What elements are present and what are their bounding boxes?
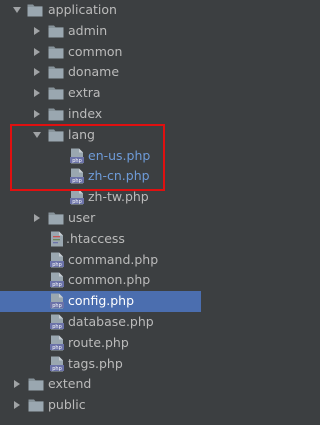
tree-node-folder[interactable]: doname: [0, 62, 201, 83]
htaccess-file-icon: [50, 231, 64, 247]
folder-icon: [48, 65, 64, 79]
tree-node-label: common: [68, 43, 123, 59]
tree-node-label: en-us.php: [88, 147, 151, 163]
folder-icon: [48, 86, 64, 100]
folder-icon: [28, 377, 44, 391]
tree-node-label: route.php: [68, 334, 129, 350]
tree-node-folder[interactable]: extra: [0, 83, 201, 104]
tree-node-label: extra: [68, 85, 101, 101]
collapse-arrow-icon[interactable]: [12, 374, 22, 395]
project-tree: application admin common doname extra in…: [0, 0, 201, 416]
php-file-icon: [70, 168, 84, 184]
tree-node-label: user: [68, 209, 96, 225]
tree-node-file[interactable]: common.php: [0, 270, 201, 291]
tree-node-folder[interactable]: common: [0, 42, 201, 63]
php-file-icon: [70, 148, 84, 164]
collapse-arrow-icon[interactable]: [32, 42, 42, 63]
tree-node-folder[interactable]: index: [0, 104, 201, 125]
folder-icon: [48, 107, 64, 121]
folder-icon: [28, 398, 44, 412]
folder-icon: [48, 45, 64, 59]
tree-node-file-selected[interactable]: config.php: [0, 291, 201, 312]
collapse-arrow-icon[interactable]: [32, 104, 42, 125]
folder-icon: [48, 211, 64, 225]
collapse-arrow-icon[interactable]: [32, 208, 42, 229]
tree-node-file[interactable]: route.php: [0, 333, 201, 354]
expand-arrow-icon[interactable]: [32, 125, 42, 146]
php-file-icon: [70, 189, 84, 205]
tree-node-label: command.php: [68, 251, 159, 267]
expand-arrow-icon[interactable]: [12, 0, 22, 21]
tree-node-folder[interactable]: extend: [0, 374, 201, 395]
tree-node-label: index: [68, 105, 103, 121]
tree-node-label: tags.php: [68, 355, 123, 371]
collapse-arrow-icon[interactable]: [32, 21, 42, 42]
tree-node-label: admin: [68, 22, 108, 38]
tree-node-folder[interactable]: public: [0, 395, 201, 416]
collapse-arrow-icon[interactable]: [32, 62, 42, 83]
tree-node-file[interactable]: command.php: [0, 250, 201, 271]
tree-node-label: public: [48, 397, 86, 413]
tree-node-file[interactable]: en-us.php: [0, 146, 201, 167]
php-file-icon: [50, 335, 64, 351]
tree-node-folder[interactable]: admin: [0, 21, 201, 42]
tree-node-label: doname: [68, 64, 120, 80]
php-file-icon: [50, 314, 64, 330]
tree-node-label: database.php: [68, 313, 154, 329]
tree-node-lang[interactable]: lang: [0, 125, 201, 146]
tree-node-file[interactable]: tags.php: [0, 354, 201, 375]
php-file-icon: [50, 293, 64, 309]
tree-node-file[interactable]: zh-tw.php: [0, 187, 201, 208]
tree-node-label: lang: [68, 126, 95, 142]
folder-icon: [48, 24, 64, 38]
tree-node-label: application: [48, 2, 117, 17]
tree-node-file[interactable]: database.php: [0, 312, 201, 333]
tree-node-file[interactable]: zh-cn.php: [0, 166, 201, 187]
tree-node-label: zh-tw.php: [88, 189, 149, 205]
tree-node-folder[interactable]: user: [0, 208, 201, 229]
tree-node-label: extend: [48, 376, 92, 392]
tree-node-label: zh-cn.php: [88, 168, 150, 184]
collapse-arrow-icon[interactable]: [32, 83, 42, 104]
folder-icon: [27, 3, 43, 17]
folder-icon: [48, 128, 64, 142]
tree-node-label: common.php: [68, 272, 151, 288]
collapse-arrow-icon[interactable]: [12, 395, 22, 416]
tree-node-file[interactable]: .htaccess: [0, 229, 201, 250]
php-file-icon: [50, 252, 64, 268]
php-file-icon: [50, 272, 64, 288]
tree-node-label: .htaccess: [66, 230, 125, 246]
tree-node-label: config.php: [68, 293, 135, 309]
tree-node-application[interactable]: application: [0, 0, 201, 21]
php-file-icon: [50, 356, 64, 372]
